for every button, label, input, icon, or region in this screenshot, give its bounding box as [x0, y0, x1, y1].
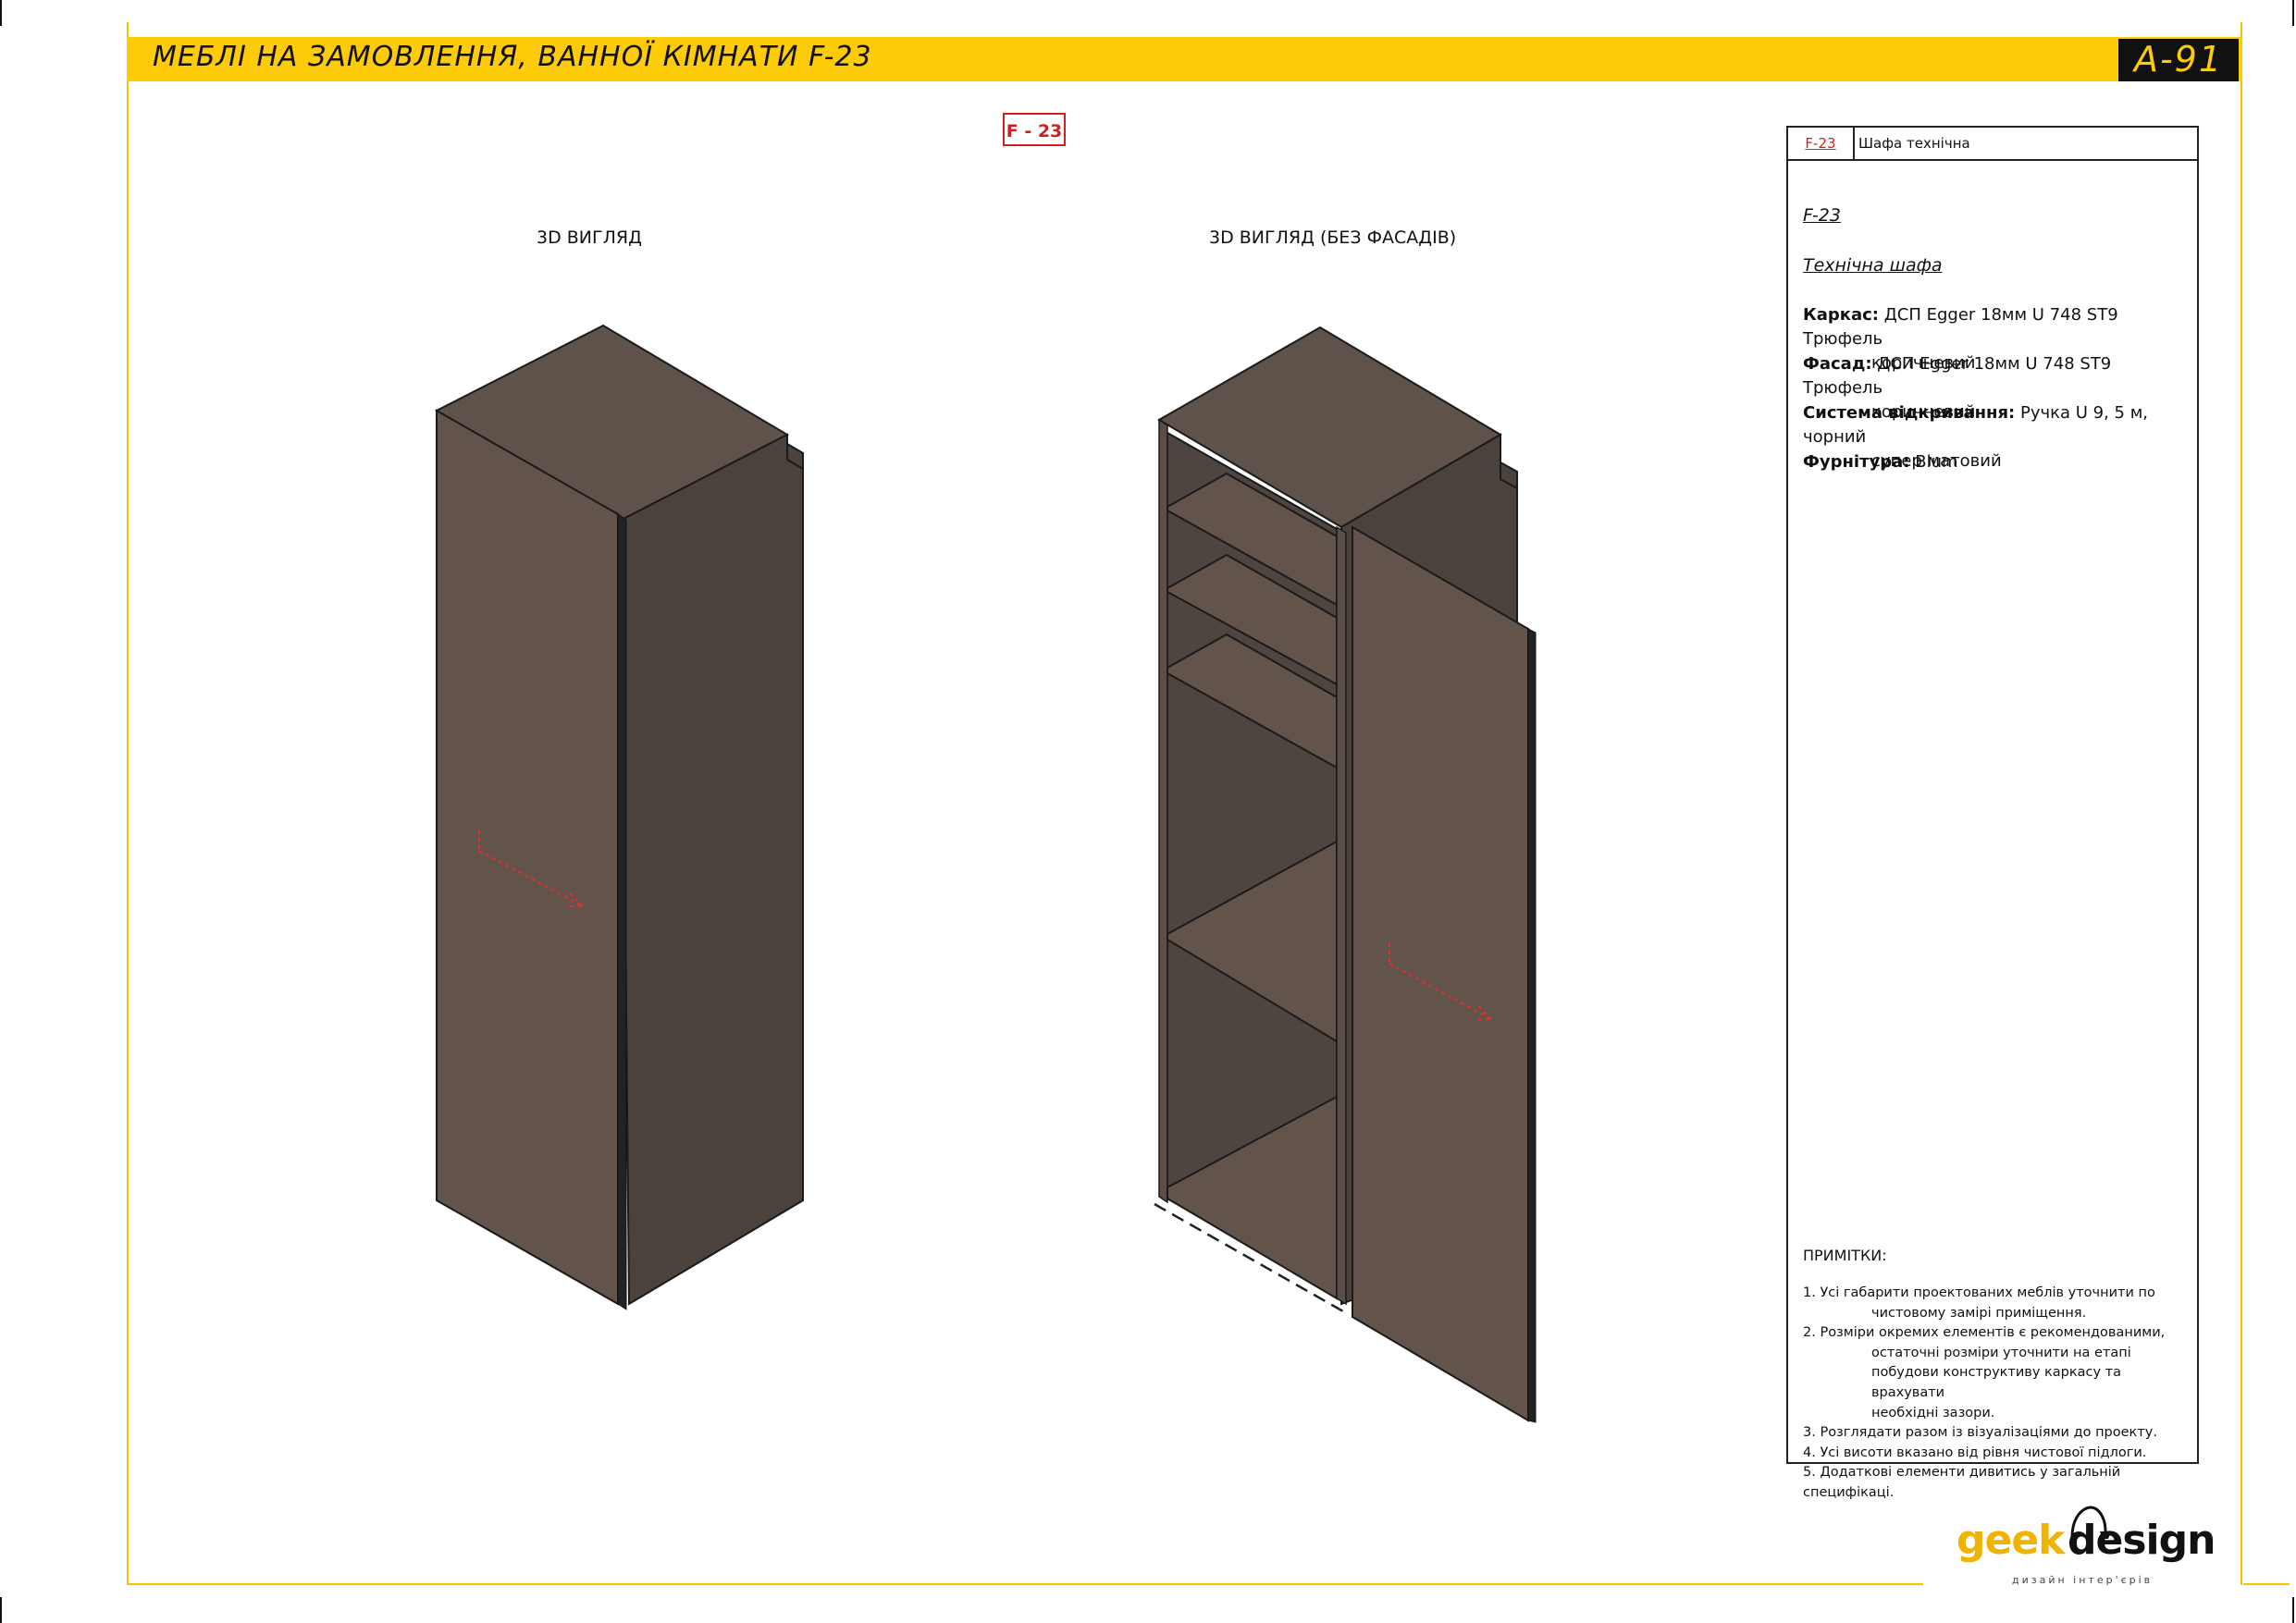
note-item: 1. Усі габарити проектованих меблів уточ… — [1803, 1285, 2155, 1300]
spec-panel: F-23 Шафа технічна F-23 Технічна шафа Ка… — [1786, 126, 2199, 1500]
spec-key: Каркас: — [1803, 305, 1879, 325]
cabinet-open-door — [1352, 525, 1529, 1422]
spec-key: Фурнітура: — [1803, 452, 1910, 472]
spec-value: Blum — [1915, 452, 1958, 472]
note-item-cont: остаточні розміри уточнити на етапі — [1871, 1345, 2131, 1360]
spec-item-code: F-23 — [1803, 205, 1841, 226]
note-item: 4. Усі висоти вказано від рівня чистової… — [1803, 1445, 2147, 1460]
spec-row-hardware: Фурнітура: Blum — [1803, 450, 2191, 474]
note-item-cont: необхідні зазори. — [1871, 1405, 1995, 1420]
logo-text-geek: geek — [1957, 1517, 2065, 1564]
note-item: 3. Розглядати разом із візуалізаціями до… — [1803, 1425, 2157, 1441]
notes-title: ПРИМІТКИ: — [1803, 1247, 1887, 1264]
spec-panel-header: F-23 Шафа технічна — [1788, 128, 2197, 161]
note-item-cont: чистовому замірі приміщення. — [1871, 1305, 2087, 1321]
logo-tagline: дизайн інтер'єрів — [2012, 1574, 2154, 1586]
note-item: 2. Розміри окремих елементів є рекомендо… — [1803, 1325, 2166, 1341]
spec-key: Фасад: — [1803, 354, 1872, 374]
spec-header-name: Шафа технічна — [1858, 135, 1970, 152]
spec-key: Система відкривання: — [1803, 403, 2016, 423]
spec-item-name: Технічна шафа — [1803, 255, 1943, 276]
cabinet-open-door-edge — [1527, 628, 1537, 1423]
note-item-cont: побудови конструктиву каркасу та врахува… — [1871, 1365, 2122, 1400]
lamp-icon — [2070, 1506, 2111, 1539]
notes-list: 1. Усі габарити проектованих меблів уточ… — [1803, 1284, 2191, 1504]
spec-header-code: F-23 — [1788, 128, 1855, 159]
